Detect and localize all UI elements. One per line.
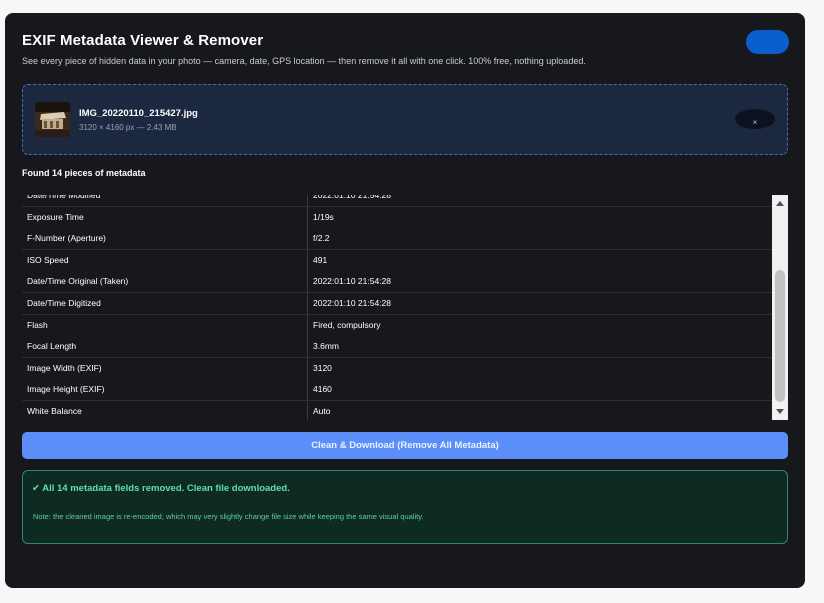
metadata-value: 491 — [307, 249, 772, 271]
metadata-value: 3.6mm — [307, 336, 772, 358]
metadata-value: Fired, compulsory — [307, 314, 772, 336]
metadata-key: ISO Speed — [27, 254, 69, 265]
table-row: Focal Length 3.6mm — [22, 336, 772, 359]
metadata-value: 1/19s — [307, 206, 772, 228]
metadata-key: Date/Time Modified — [27, 195, 101, 200]
metadata-value: Auto — [307, 401, 772, 420]
table-row: Date/Time Original (Taken) 2022:01:10 21:… — [22, 271, 772, 294]
metadata-key: Image Height (EXIF) — [27, 384, 105, 395]
metadata-value: f/2.2 — [307, 228, 772, 250]
metadata-value: 2022:01:10 21:54:28 — [307, 293, 772, 314]
success-note: Note: the cleaned image is re-encoded, w… — [33, 512, 424, 521]
file-name: IMG_20220110_215427.jpg — [79, 108, 198, 119]
metadata-table[interactable]: Date/Time Modified 2022:01:10 21:54:28 Exp… — [22, 195, 788, 420]
exif-tool-card: EXIF Metadata Viewer & Remover See every… — [5, 13, 805, 588]
file-dimensions-size: 3120 × 4160 px — 2.43 MB — [79, 123, 177, 132]
metadata-key: Date/Time Original (Taken) — [27, 276, 129, 287]
metadata-value: 3120 — [307, 357, 772, 379]
metadata-value: 2022:01:10 21:54:28 — [307, 195, 772, 206]
table-row: Exposure Time 1/19s — [22, 206, 772, 229]
page-subtitle: See every piece of hidden data in your p… — [22, 56, 586, 66]
metadata-key: Flash — [27, 319, 48, 330]
table-row: Flash Fired, compulsory — [22, 314, 772, 337]
remove-file-button[interactable]: × — [735, 109, 775, 129]
photo-thumbnail — [35, 102, 70, 137]
metadata-key: Exposure Time — [27, 211, 84, 222]
table-row: F-Number (Aperture) f/2.2 — [22, 228, 772, 251]
theme-toggle[interactable] — [746, 30, 789, 54]
metadata-value: 4160 — [307, 379, 772, 401]
table-row: ISO Speed 491 — [22, 249, 772, 272]
table-row: Date/Time Modified 2022:01:10 21:54:28 — [22, 195, 772, 207]
scroll-thumb[interactable] — [775, 270, 785, 402]
table-row: Image Width (EXIF) 3120 — [22, 357, 772, 380]
metadata-key: Date/Time Digitized — [27, 298, 101, 308]
file-info-box: IMG_20220110_215427.jpg 3120 × 4160 px —… — [22, 84, 788, 155]
table-scrollbar[interactable] — [772, 195, 788, 420]
metadata-count: Found 14 pieces of metadata — [22, 168, 146, 178]
metadata-value: 2022:01:10 21:54:28 — [307, 271, 772, 293]
page-title: EXIF Metadata Viewer & Remover — [22, 32, 264, 49]
table-row: Date/Time Digitized 2022:01:10 21:54:28 — [22, 293, 772, 315]
table-row: White Balance Auto — [22, 401, 772, 420]
success-panel: ✔ All 14 metadata fields removed. Clean … — [22, 470, 788, 544]
metadata-key: F-Number (Aperture) — [27, 233, 106, 244]
clean-download-button[interactable]: Clean & Download (Remove All Metadata) — [22, 432, 788, 459]
success-message: ✔ All 14 metadata fields removed. Clean … — [32, 483, 290, 494]
table-row: Image Height (EXIF) 4160 — [22, 379, 772, 402]
scroll-down-icon[interactable] — [776, 409, 784, 414]
metadata-key: Image Width (EXIF) — [27, 362, 102, 373]
scroll-up-icon[interactable] — [776, 201, 784, 206]
metadata-key: White Balance — [27, 406, 82, 416]
close-icon: × — [752, 118, 758, 127]
metadata-key: Focal Length — [27, 341, 77, 352]
